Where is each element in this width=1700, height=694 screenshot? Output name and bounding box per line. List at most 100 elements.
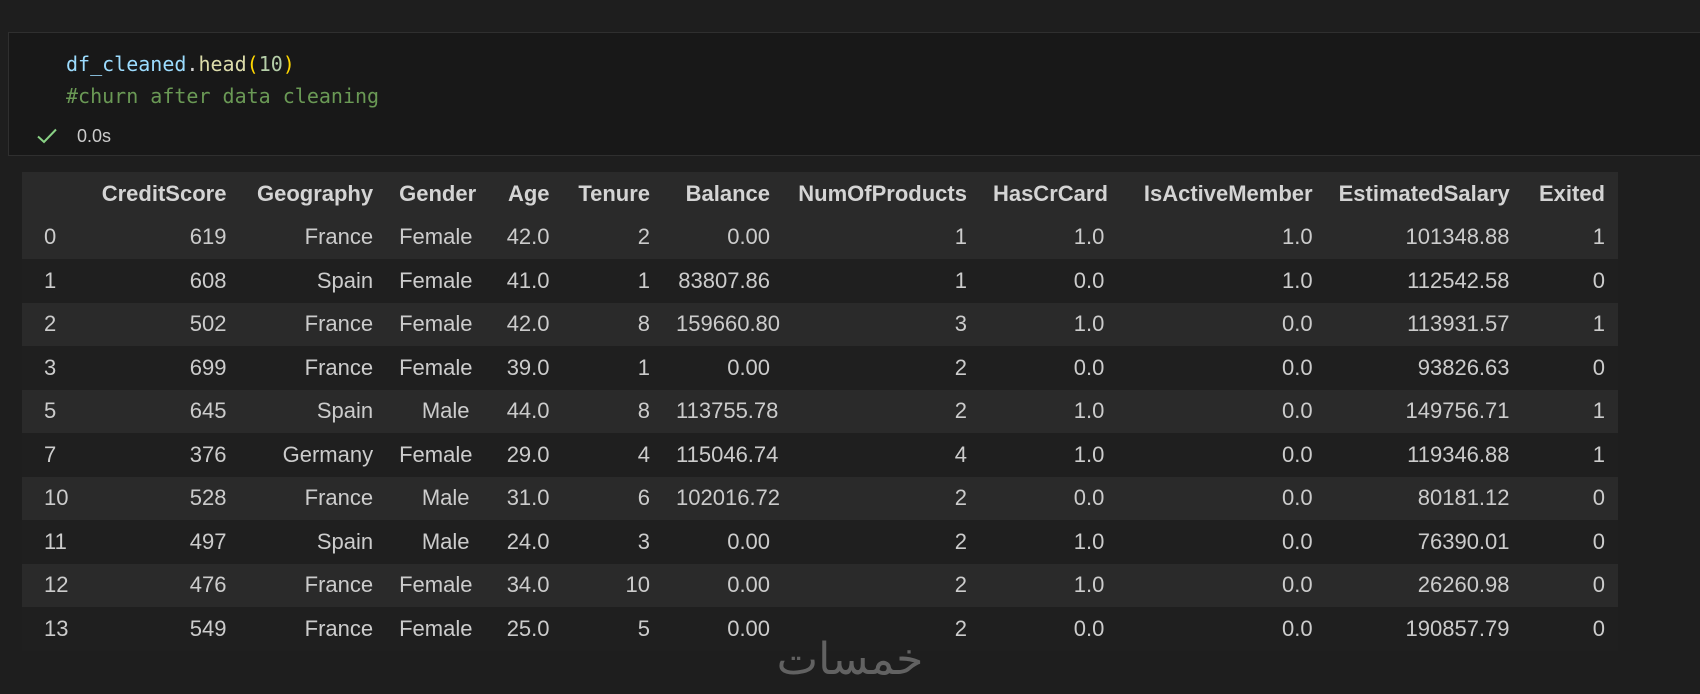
table-cell: 376 <box>189 441 227 467</box>
table-cell: 93826.63 <box>1417 354 1510 380</box>
table-cell: Male <box>421 528 470 554</box>
code-variable: df_cleaned <box>66 52 187 76</box>
table-cell: Spain <box>316 398 374 424</box>
table-cell: 25.0 <box>506 615 550 641</box>
table-row: 1 608 Spain Female 41.0 1 83807.86 1 0.0 1.0 11254… <box>22 259 1618 303</box>
table-cell: 1.0 <box>1073 398 1105 424</box>
row-index: 0 <box>44 224 57 250</box>
table-cell: 4 <box>637 441 651 467</box>
table-cell: 0.0 <box>1282 528 1313 554</box>
table-cell: 1.0 <box>1073 311 1105 337</box>
table-cell: 1 <box>954 267 967 293</box>
cell-output: CreditScore Geography Gender Age Tenure Balan… <box>22 172 1618 651</box>
table-cell: Female <box>399 224 473 250</box>
table-cell: 549 <box>189 615 227 641</box>
code-open-paren: ( <box>246 52 259 76</box>
table-cell: Female <box>399 615 473 641</box>
execution-time: 0.0s <box>77 125 112 146</box>
table-cell: 1.0 <box>1073 224 1105 250</box>
table-cell: Female <box>399 441 473 467</box>
row-index: 5 <box>44 398 57 424</box>
table-row: 5 645 Spain Male 44.0 8 113755.78 2 1.0 0.0 149756… <box>22 389 1618 433</box>
table-cell: 5 <box>637 615 651 641</box>
column-header: Geography <box>239 172 387 216</box>
table-row: 11 497 Spain Male 24.0 3 0.00 2 1.0 0.0 76390.01 0 <box>22 520 1618 564</box>
notebook-page: df_cleaned.head(10) #churn after data cl… <box>0 0 1700 694</box>
code-cell[interactable]: df_cleaned.head(10) #churn after data cl… <box>8 32 1700 156</box>
table-cell: 0 <box>1592 615 1605 641</box>
column-header: HasCrCard <box>979 172 1118 216</box>
table-cell: 1.0 <box>1073 572 1105 598</box>
table-cell: Female <box>399 354 473 380</box>
table-cell: 0 <box>1592 354 1605 380</box>
watermark-text: خمسات <box>777 634 924 685</box>
table-cell: 44.0 <box>506 398 550 424</box>
table-cell: 608 <box>189 267 227 293</box>
table-cell: 0.0 <box>1282 485 1313 511</box>
table-cell: 34.0 <box>506 572 550 598</box>
table-cell: 502 <box>189 311 227 337</box>
table-cell: 0 <box>1592 572 1605 598</box>
table-cell: 31.0 <box>506 485 550 511</box>
table-cell: 76390.01 <box>1417 528 1510 554</box>
table-cell: 1 <box>1592 224 1605 250</box>
table-cell: 0.00 <box>727 572 771 598</box>
code-dot: . <box>186 52 199 76</box>
table-cell: 8 <box>637 311 651 337</box>
table-cell: 149756.71 <box>1405 398 1510 424</box>
table-cell: Male <box>421 398 470 424</box>
table-cell: 83807.86 <box>678 267 771 293</box>
table-row: 10 528 France Male 31.0 6 102016.72 2 0.0 0.0 8018… <box>22 476 1618 520</box>
table-cell: 1 <box>1592 441 1605 467</box>
table-cell: Male <box>421 485 470 511</box>
row-index: 12 <box>44 572 69 598</box>
table-cell: 0.0 <box>1073 267 1105 293</box>
table-cell: 0.0 <box>1073 354 1105 380</box>
table-cell: Female <box>399 572 473 598</box>
table-cell: 1.0 <box>1073 528 1105 554</box>
table-cell: 102016.72 <box>676 485 781 511</box>
table-body: 0 619 France Female 42.0 2 0.00 1 1.0 1.0 101348.8… <box>22 215 1618 651</box>
table-cell: 0.00 <box>727 224 771 250</box>
table-cell: 645 <box>189 398 227 424</box>
table-cell: 3 <box>954 311 967 337</box>
table-cell: 119346.88 <box>1407 441 1510 467</box>
table-cell: France <box>304 615 374 641</box>
table-cell: 24.0 <box>506 528 550 554</box>
table-cell: 26260.98 <box>1417 572 1510 598</box>
table-cell: 0.0 <box>1282 398 1313 424</box>
table-cell: 42.0 <box>506 224 550 250</box>
table-cell: 2 <box>954 572 967 598</box>
table-cell: 476 <box>189 572 227 598</box>
table-row: 12 476 France Female 34.0 10 0.00 2 1.0 0.0 26260.… <box>22 563 1618 607</box>
table-cell: France <box>304 224 374 250</box>
code-line-1[interactable]: df_cleaned.head(10) <box>66 49 295 79</box>
row-index: 2 <box>44 311 57 337</box>
table-cell: 1 <box>954 224 967 250</box>
table-cell: 39.0 <box>506 354 550 380</box>
table-cell: 0 <box>1592 267 1605 293</box>
row-index: 1 <box>44 267 57 293</box>
table-cell: 3 <box>637 528 651 554</box>
table-cell: 41.0 <box>506 267 550 293</box>
table-cell: 6 <box>637 485 651 511</box>
table-cell: Spain <box>316 267 374 293</box>
table-cell: 101348.88 <box>1405 224 1510 250</box>
row-index: 3 <box>44 354 57 380</box>
code-comment[interactable]: #churn after data cleaning <box>66 81 379 111</box>
table-cell: 699 <box>189 354 227 380</box>
table-cell: 619 <box>189 224 227 250</box>
table-row: 7 376 Germany Female 29.0 4 115046.74 4 1.0 0.0 11… <box>22 433 1618 477</box>
table-cell: Female <box>399 311 473 337</box>
table-cell: 112542.58 <box>1407 267 1510 293</box>
table-cell: 528 <box>189 485 227 511</box>
table-cell: 2 <box>954 485 967 511</box>
table-cell: 0.00 <box>727 354 771 380</box>
table-cell: 42.0 <box>506 311 550 337</box>
table-cell: Germany <box>282 441 374 467</box>
table-cell: 497 <box>189 528 227 554</box>
table-cell: France <box>304 311 374 337</box>
table-cell: Female <box>399 267 473 293</box>
dataframe-table: CreditScore Geography Gender Age Tenure Balan… <box>22 172 1618 651</box>
table-cell: 0 <box>1592 485 1605 511</box>
